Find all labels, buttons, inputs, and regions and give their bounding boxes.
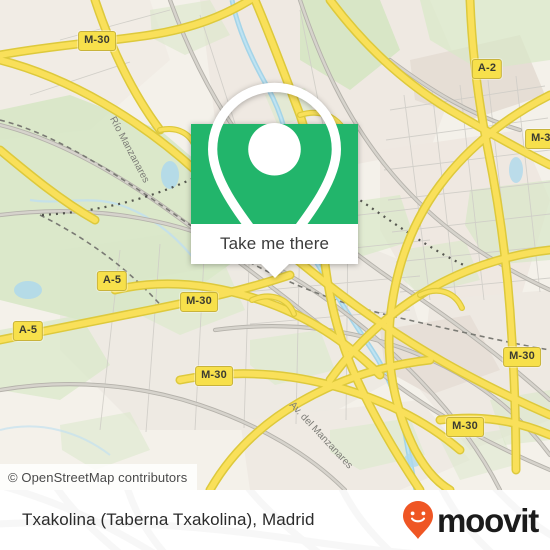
road-shield-a-5-2: A-5 (96, 271, 128, 291)
road-shield-m-30-6: M-30 (525, 129, 550, 149)
moovit-brand[interactable]: moovit (401, 500, 539, 540)
moovit-place-card: M-30A-2A-5A-5M-30M-30M-30M-30M-30 Río Ma… (0, 0, 550, 550)
road-shield-a-5-3: A-5 (12, 321, 44, 341)
road-shield-m-30-0: M-30 (78, 31, 116, 51)
take-me-there-label: Take me there (219, 234, 330, 253)
footer-bar: Txakolina (Taberna Txakolina), Madrid mo… (0, 490, 550, 550)
map-canvas[interactable]: M-30A-2A-5A-5M-30M-30M-30M-30M-30 Río Ma… (0, 0, 550, 490)
footer-content: Txakolina (Taberna Txakolina), Madrid mo… (0, 490, 550, 550)
place-popup[interactable]: Take me there (191, 82, 358, 278)
place-name-label: Txakolina (Taberna Txakolina), Madrid (22, 510, 315, 529)
popup-header (191, 82, 358, 269)
map-pin-icon (208, 82, 341, 269)
road-shield-m-30-8: M-30 (446, 417, 484, 437)
attribution-text: © OpenStreetMap contributors (8, 469, 188, 485)
map-attribution[interactable]: © OpenStreetMap contributors (0, 464, 198, 490)
moovit-wordmark: moovit (437, 501, 539, 539)
moovit-smiley-pin-icon (403, 501, 434, 539)
road-shield-a-2-1: A-2 (471, 59, 503, 79)
road-shield-m-30-7: M-30 (503, 347, 541, 367)
